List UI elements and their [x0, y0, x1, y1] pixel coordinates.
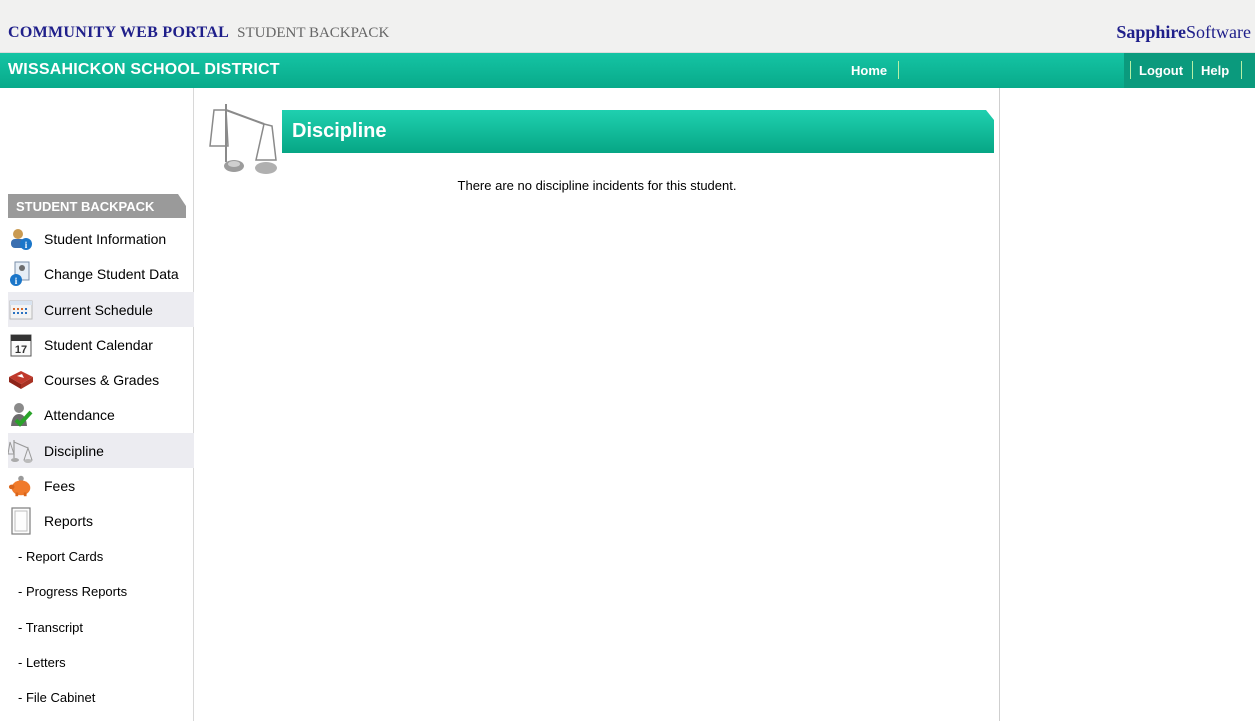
- district-name: WISSAHICKON SCHOOL DISTRICT: [8, 61, 280, 78]
- book-icon: [8, 368, 34, 392]
- document-icon: [8, 507, 34, 535]
- change-data-icon: i: [8, 261, 34, 286]
- sidebar-item-change-student-data[interactable]: i Change Student Data: [8, 256, 194, 291]
- svg-text:17: 17: [15, 344, 27, 356]
- page-title: Discipline: [292, 120, 387, 142]
- discipline-scales-icon: [204, 102, 280, 176]
- sidebar-item-attendance[interactable]: Attendance: [8, 397, 194, 432]
- sidebar-subitem-report-cards[interactable]: - Report Cards: [18, 549, 103, 564]
- sidebar-item-label: Change Student Data: [44, 266, 179, 282]
- nav-separator: [898, 61, 899, 79]
- sidebar-item-label: Courses & Grades: [44, 372, 160, 388]
- nav-separator: [1130, 61, 1131, 79]
- sidebar-item-label: Discipline: [44, 443, 104, 459]
- sidebar-item-label: Attendance: [44, 407, 115, 423]
- sidebar-item-label: Reports: [44, 513, 94, 529]
- sidebar-item-reports[interactable]: Reports: [8, 503, 194, 538]
- sidebar-item-label: Fees: [44, 478, 76, 494]
- calendar-icon: 17: [8, 333, 34, 357]
- main-content: Discipline There are no discipline incid…: [194, 88, 1000, 721]
- nav-separator: [1241, 61, 1242, 79]
- sidebar-item-student-calendar[interactable]: 17 Student Calendar: [8, 327, 194, 362]
- portal-subtitle: STUDENT BACKPACK: [237, 25, 390, 41]
- attendance-icon: [8, 403, 34, 427]
- sidebar-subitem-transcript[interactable]: - Transcript: [18, 620, 83, 635]
- logout-link[interactable]: Logout: [1139, 63, 1183, 78]
- nav-separator: [1192, 61, 1193, 79]
- empty-state-message: There are no discipline incidents for th…: [457, 178, 737, 193]
- sidebar-item-discipline[interactable]: Discipline: [8, 433, 194, 468]
- schedule-icon: [8, 298, 34, 322]
- sidebar-subitem-file-cabinet[interactable]: - File Cabinet: [18, 690, 95, 705]
- piggy-bank-icon: [8, 474, 34, 498]
- home-link[interactable]: Home: [851, 63, 887, 78]
- sidebar-item-label: Student Calendar: [44, 337, 153, 353]
- sidebar-subitem-progress-reports[interactable]: - Progress Reports: [18, 584, 127, 599]
- sidebar-item-courses-grades[interactable]: Courses & Grades: [8, 362, 194, 397]
- help-link[interactable]: Help: [1201, 63, 1229, 78]
- sidebar-header: STUDENT BACKPACK: [8, 194, 186, 218]
- top-banner: COMMUNITY WEB PORTAL STUDENT BACKPACK Sa…: [0, 0, 1255, 53]
- sidebar-item-fees[interactable]: Fees: [8, 468, 194, 503]
- page-title-bar: Discipline: [282, 110, 994, 153]
- portal-name: COMMUNITY WEB PORTAL: [8, 24, 230, 41]
- sidebar-subitem-letters[interactable]: - Letters: [18, 655, 66, 670]
- sidebar-item-student-information[interactable]: i Student Information: [8, 221, 194, 256]
- student-info-icon: i: [8, 227, 34, 251]
- sidebar-item-label: Student Information: [44, 231, 167, 247]
- sidebar-item-current-schedule[interactable]: Current Schedule: [8, 292, 194, 327]
- brand-logo: SapphireSoftware: [1116, 22, 1251, 42]
- portal-title: COMMUNITY WEB PORTAL STUDENT BACKPACK: [8, 24, 389, 42]
- sidebar-item-label: Current Schedule: [44, 302, 153, 318]
- scales-icon: [8, 439, 34, 463]
- nav-bar: WISSAHICKON SCHOOL DISTRICT Home Logout …: [0, 53, 1255, 88]
